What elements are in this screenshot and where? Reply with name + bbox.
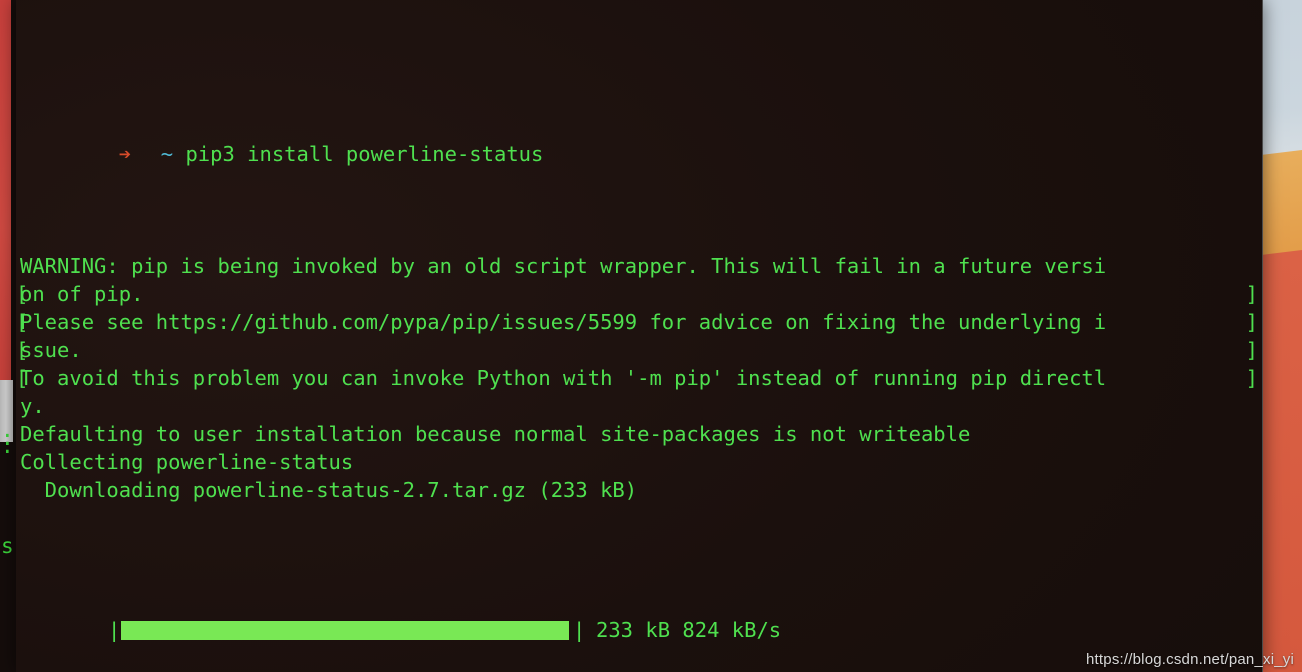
terminal-line-text: Collecting powerline-status — [20, 450, 354, 474]
terminal-output[interactable]: ➔ ~ pip3 install powerline-status WARNING… — [16, 0, 1262, 672]
wrap-marker-right: ] — [1245, 282, 1258, 306]
wrap-marker-right: ] — [1245, 366, 1258, 390]
ghost-char-2: s — [1, 534, 14, 558]
terminal-line-text: y. — [20, 394, 45, 418]
background-window-ghost-text: : : s — [0, 0, 16, 672]
wrap-marker-right: ] — [1245, 310, 1258, 334]
background-window[interactable]: : : s — [0, 0, 16, 672]
terminal-line-text: Defaulting to user installation because … — [20, 422, 971, 446]
terminal-line: Collecting powerline-status — [16, 448, 1262, 476]
terminal-line: WARNING: pip is being invoked by an old … — [16, 252, 1262, 280]
terminal-line: y. — [16, 392, 1262, 420]
terminal-window[interactable]: ➔ ~ pip3 install powerline-status WARNING… — [16, 0, 1263, 672]
ghost-char-1: : — [1, 434, 14, 458]
terminal-line: [on of pip.] — [16, 280, 1262, 308]
terminal-line-text: Please see https://github.com/pypa/pip/i… — [20, 310, 1107, 334]
wrap-marker-right: ] — [1245, 338, 1258, 362]
terminal-line-text: WARNING: pip is being invoked by an old … — [20, 254, 1107, 278]
watermark: https://blog.csdn.net/pan_xi_yi — [1086, 651, 1294, 668]
terminal-line-text: on of pip. — [20, 282, 144, 306]
wrap-marker-left: [ — [16, 366, 29, 390]
wrap-marker-left: [ — [16, 338, 29, 362]
command-text: pip3 install powerline-status — [185, 142, 544, 166]
wrap-marker-left: [ — [16, 282, 29, 306]
terminal-line-text: Downloading powerline-status-2.7.tar.gz … — [20, 478, 638, 502]
progress-pipe-left: | — [108, 618, 121, 642]
progress-pipe-right: | — [573, 618, 586, 642]
prompt-arrow-icon: ➔ — [118, 142, 132, 166]
prompt-line-top[interactable]: ➔ ~ pip3 install powerline-status — [16, 112, 1262, 166]
terminal-line: [ssue.] — [16, 336, 1262, 364]
progress-bar-fill — [121, 621, 569, 640]
progress-stats-label: 233 kB 824 kB/s — [596, 618, 782, 642]
screen: : : s ➔ ~ pip3 install powerline-status W… — [0, 0, 1302, 672]
terminal-line: Defaulting to user installation because … — [16, 420, 1262, 448]
download-progress-row: | | 233 kB 824 kB/s — [16, 616, 1262, 644]
terminal-line-text: ssue. — [20, 338, 82, 362]
prompt-path: ~ — [160, 142, 174, 166]
terminal-line: [Please see https://github.com/pypa/pip/… — [16, 308, 1262, 336]
output-lines-pre: WARNING: pip is being invoked by an old … — [16, 252, 1262, 504]
wrap-marker-left: [ — [16, 310, 29, 334]
prompt-command — [173, 142, 185, 166]
terminal-line: Downloading powerline-status-2.7.tar.gz … — [16, 476, 1262, 504]
terminal-line: [To avoid this problem you can invoke Py… — [16, 364, 1262, 392]
terminal-line-text: To avoid this problem you can invoke Pyt… — [20, 366, 1107, 390]
